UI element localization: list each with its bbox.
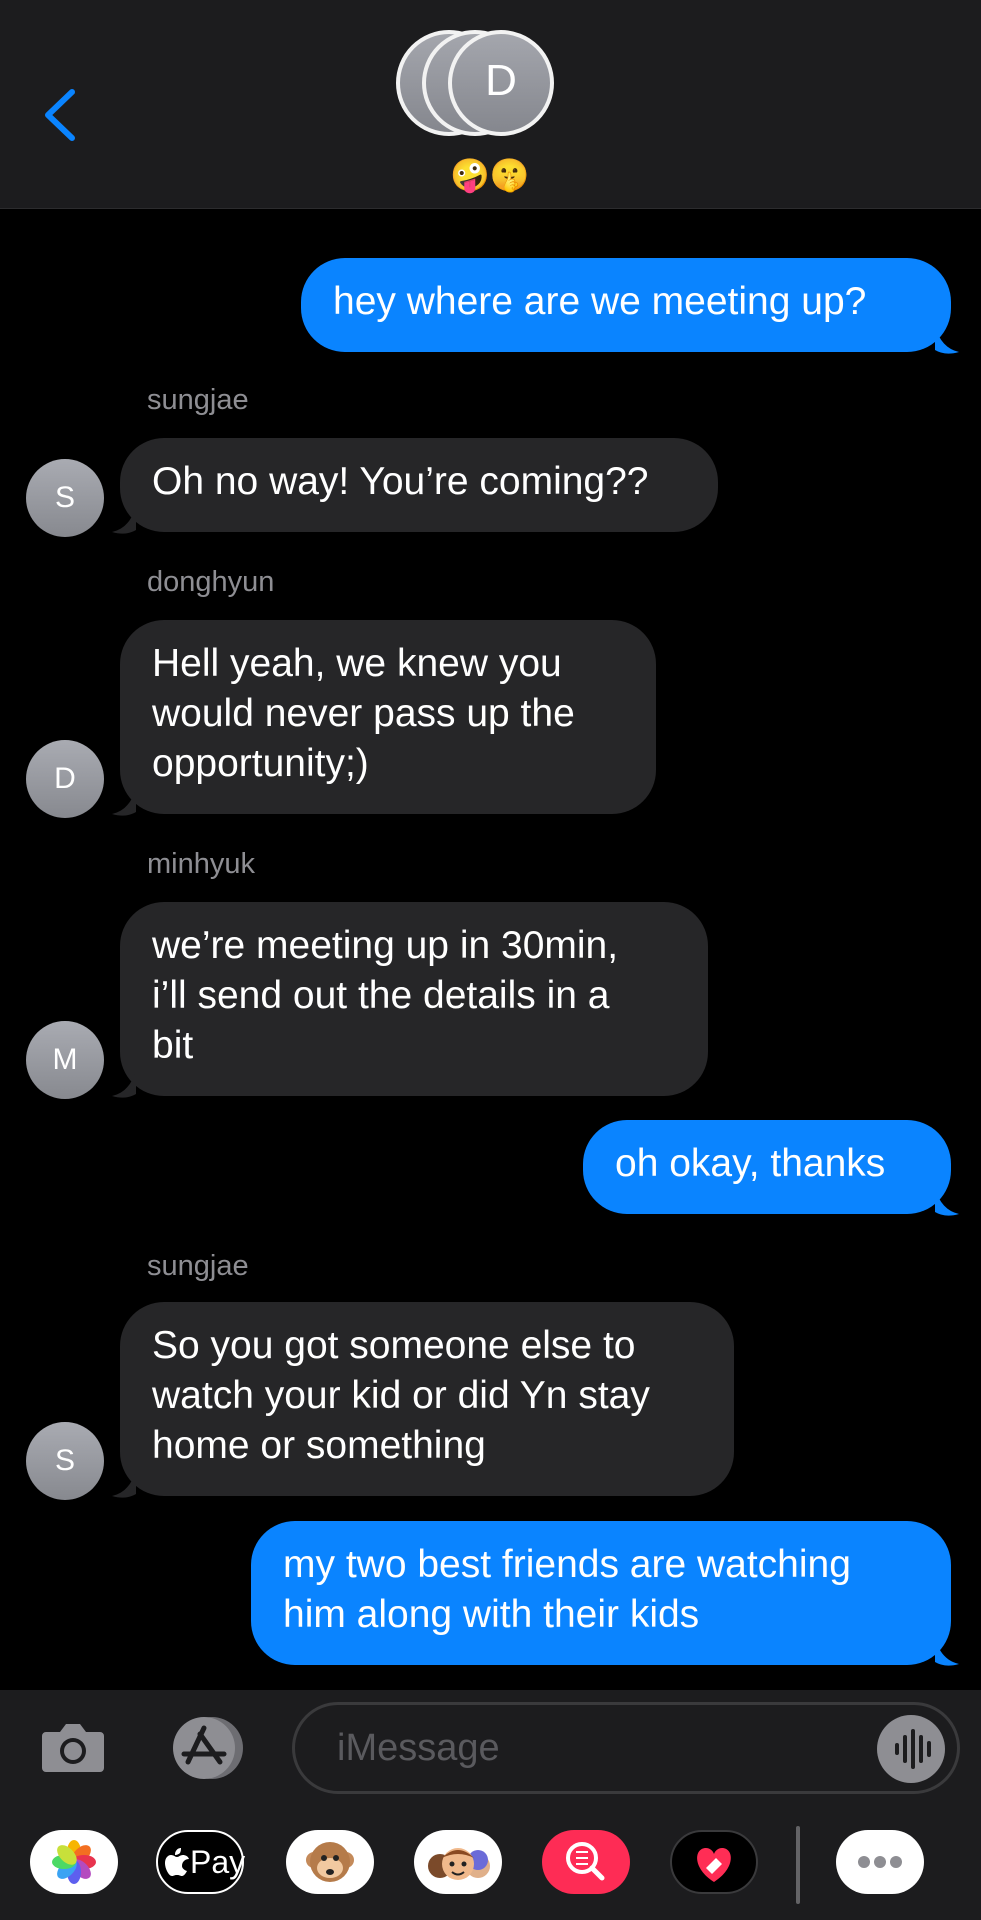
incoming-message-bubble[interactable]: Hell yeah, we knew you would never pass … — [120, 620, 656, 814]
bubble-tail — [112, 1470, 136, 1498]
sender-avatar[interactable]: S — [26, 1422, 104, 1500]
bubble-tail — [935, 326, 959, 354]
sender-avatar[interactable]: D — [26, 740, 104, 818]
group-avatar[interactable]: D — [396, 30, 586, 142]
more-apps-icon[interactable] — [836, 1830, 924, 1894]
incoming-message-bubble[interactable]: we’re meeting up in 30min, i’ll send out… — [120, 902, 708, 1096]
sender-avatar[interactable]: S — [26, 459, 104, 537]
photos-icon[interactable] — [30, 1830, 118, 1894]
outgoing-message-bubble[interactable]: hey where are we meeting up? — [301, 258, 951, 352]
back-chevron-icon[interactable] — [40, 86, 80, 144]
bubble-tail — [935, 1188, 959, 1216]
bubble-tail — [112, 506, 136, 534]
shushing-face-emoji: 🤫 — [489, 156, 530, 194]
sender-avatar[interactable]: M — [26, 1021, 104, 1099]
waveform-icon — [895, 1729, 931, 1769]
camera-icon[interactable] — [40, 1714, 106, 1780]
digital-touch-icon[interactable] — [670, 1830, 758, 1894]
bubble-tail — [935, 1638, 959, 1666]
app-drawer: Pay — [0, 1806, 981, 1920]
images-search-icon[interactable] — [542, 1830, 630, 1894]
group-name-emojis[interactable]: 🤪🤫 — [450, 156, 530, 194]
group-avatar-front: D — [448, 30, 554, 136]
sender-name: sungjae — [147, 1250, 249, 1282]
animoji-icon[interactable] — [286, 1830, 374, 1894]
compose-bar: iMessage — [0, 1690, 981, 1806]
memoji-icon[interactable] — [414, 1830, 502, 1894]
sender-name: donghyun — [147, 566, 275, 598]
incoming-message-bubble[interactable]: So you got someone else to watch your ki… — [120, 1302, 734, 1496]
apple-pay-label: Pay — [190, 1844, 246, 1880]
zany-face-emoji: 🤪 — [450, 156, 490, 194]
outgoing-message-bubble[interactable]: oh okay, thanks — [583, 1120, 951, 1214]
bubble-tail — [112, 788, 136, 816]
bubble-tail — [112, 1070, 136, 1098]
audio-message-icon[interactable] — [877, 1715, 945, 1783]
message-input-placeholder: iMessage — [337, 1727, 500, 1769]
sender-name: sungjae — [147, 384, 249, 416]
sender-name: minhyuk — [147, 848, 255, 880]
message-input[interactable]: iMessage — [292, 1702, 960, 1794]
app-store-icon[interactable] — [164, 1714, 250, 1782]
group-avatar-letter: D — [485, 56, 517, 105]
outgoing-message-bubble[interactable]: my two best friends are watching him alo… — [251, 1521, 951, 1665]
apple-pay-icon[interactable]: Pay — [156, 1830, 246, 1894]
app-drawer-divider — [796, 1826, 800, 1904]
incoming-message-bubble[interactable]: Oh no way! You’re coming?? — [120, 438, 718, 532]
conversation-header: D 🤪🤫 — [0, 0, 981, 209]
